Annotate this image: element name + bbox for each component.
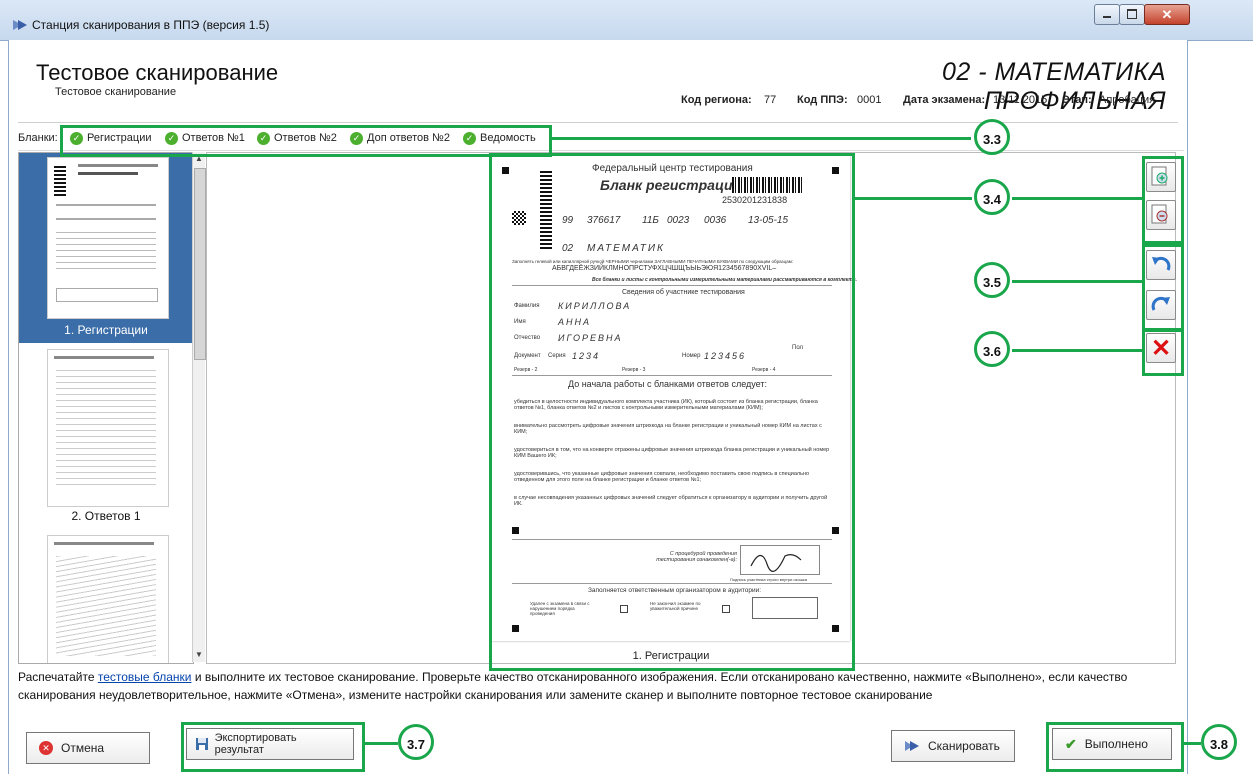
scan-icon xyxy=(905,741,919,751)
callout-line xyxy=(852,197,972,200)
export-label: Экспортировать результат xyxy=(214,732,297,756)
close-button[interactable]: ✕ xyxy=(1144,4,1190,25)
callout-3-6: 3.6 xyxy=(974,331,1010,367)
page-title: Тестовое сканирование xyxy=(36,60,279,85)
scrollbar-thumb[interactable] xyxy=(194,168,206,360)
date-value: 13.11.2015 xyxy=(993,94,1048,106)
callout-3-8: 3.8 xyxy=(1201,724,1237,760)
callout-line xyxy=(1012,197,1142,200)
maximize-icon xyxy=(1127,9,1137,19)
stage-value: Апробация xyxy=(1099,94,1156,106)
subject-title: 02 - МАТЕМАТИКА ПРОФИЛЬНАЯ xyxy=(941,58,1166,115)
thumbnail-scrollbar[interactable]: ▲ ▼ xyxy=(192,152,206,662)
date-label: Дата экзамена: xyxy=(903,94,986,106)
page-subtitle: Тестовое сканирование xyxy=(55,86,177,98)
cancel-button[interactable]: ✕ Отмена xyxy=(26,732,150,764)
done-label: Выполнено xyxy=(1084,737,1148,751)
callout-box-3-4 xyxy=(489,153,855,671)
thumbnail-answers-2[interactable] xyxy=(19,533,193,663)
callout-box-3-3 xyxy=(60,125,552,157)
cancel-label: Отмена xyxy=(61,741,105,755)
thumbnail-label: 1. Регистрации xyxy=(64,323,148,337)
scan-button[interactable]: Сканировать xyxy=(891,730,1015,762)
callout-3-3: 3.3 xyxy=(974,119,1010,155)
app-icon xyxy=(13,20,27,30)
ppe-label: Код ППЭ: xyxy=(797,94,848,106)
maximize-button[interactable] xyxy=(1119,4,1145,25)
thumbnail-label: 2. Ответов 1 xyxy=(71,509,141,523)
close-icon: ✕ xyxy=(1161,7,1173,22)
done-button[interactable]: ✔ Выполнено xyxy=(1052,728,1172,760)
scan-label: Сканировать xyxy=(928,739,1000,753)
callout-box-zoom xyxy=(1142,156,1184,244)
test-forms-link[interactable]: тестовые бланки xyxy=(98,670,192,684)
thumbnail-list: 1. Регистрации 2. Ответов 1 xyxy=(18,152,194,664)
save-icon xyxy=(196,738,208,750)
callout-3-7: 3.7 xyxy=(398,724,434,760)
thumbnail-answers-1[interactable]: 2. Ответов 1 xyxy=(19,345,193,531)
callout-3-4: 3.4 xyxy=(974,179,1010,215)
thumbnail-page xyxy=(47,157,169,319)
ppe-value: 0001 xyxy=(857,94,882,106)
window-title: Станция сканирования в ППЭ (версия 1.5) xyxy=(32,18,270,32)
blanks-label: Бланки: xyxy=(18,132,58,144)
thumbnail-page xyxy=(47,535,169,663)
cancel-icon: ✕ xyxy=(39,741,53,755)
callout-line xyxy=(1012,280,1142,283)
minimize-button[interactable] xyxy=(1094,4,1120,25)
thumbnail-registration[interactable]: 1. Регистрации xyxy=(19,153,193,343)
export-button[interactable]: Экспортировать результат xyxy=(186,728,354,760)
scroll-down-icon[interactable]: ▼ xyxy=(195,650,203,659)
stage-label: Этап: xyxy=(1062,94,1092,106)
callout-3-5: 3.5 xyxy=(974,262,1010,298)
region-label: Код региона: xyxy=(681,94,752,106)
callout-box-rotate xyxy=(1142,244,1184,332)
region-value: 77 xyxy=(764,94,777,106)
callout-line xyxy=(362,742,398,745)
callout-box-delete xyxy=(1142,328,1184,376)
callout-line xyxy=(1012,349,1142,352)
checkmark-icon: ✔ xyxy=(1065,735,1077,752)
minimize-icon xyxy=(1103,16,1111,18)
thumbnail-page xyxy=(47,349,169,507)
callout-line xyxy=(549,137,971,140)
callout-line xyxy=(1181,742,1201,745)
instruction-text: Распечатайте тестовые бланки и выполните… xyxy=(18,670,1128,702)
window-titlebar: Станция сканирования в ППЭ (версия 1.5) xyxy=(0,0,1253,41)
